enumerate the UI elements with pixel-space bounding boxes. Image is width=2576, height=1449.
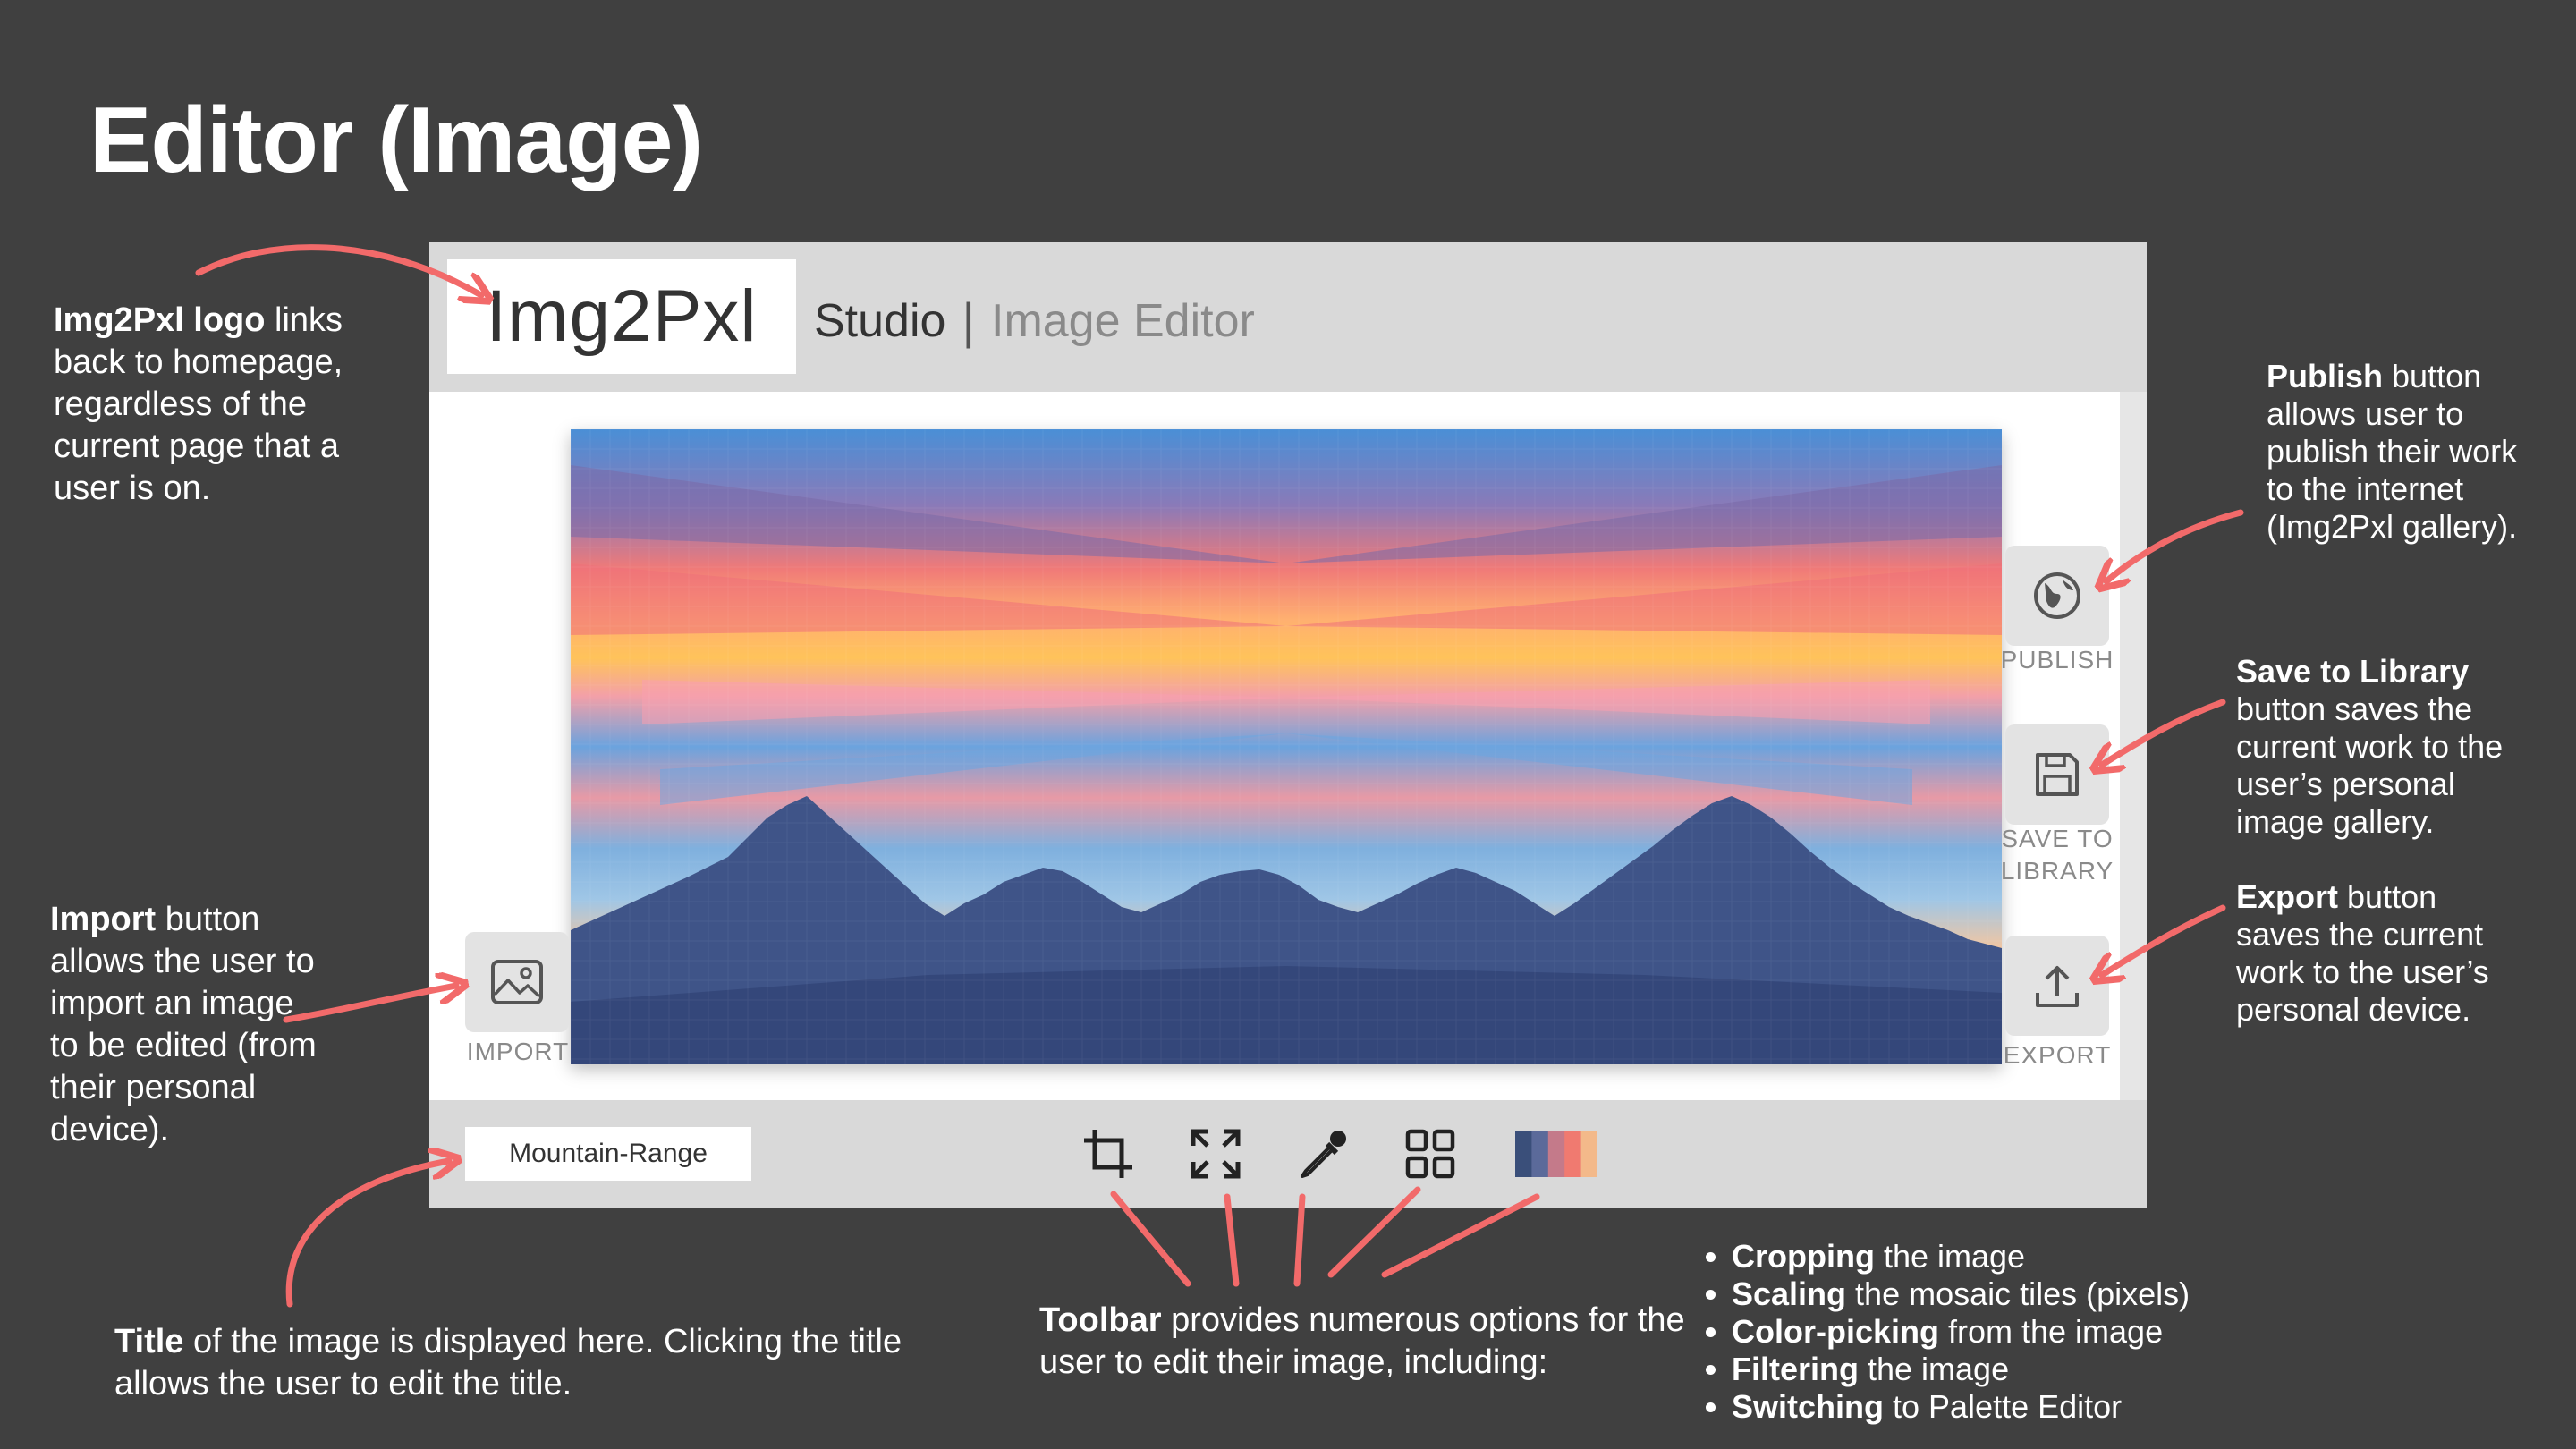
toolbar-arrow-palette <box>1381 1193 1540 1278</box>
import-arrow <box>283 986 456 1023</box>
title-arrow <box>285 1161 449 1308</box>
toolbar-arrow-crop <box>1110 1191 1191 1287</box>
publish-arrow <box>2106 509 2244 581</box>
save-arrow <box>2102 699 2226 765</box>
toolbar-arrow-scale <box>1224 1193 1240 1287</box>
toolbar-arrow-picker <box>1293 1193 1306 1287</box>
export-arrow <box>2102 904 2226 975</box>
annotation-arrows <box>195 244 2244 1308</box>
logo-arrow <box>195 244 481 295</box>
